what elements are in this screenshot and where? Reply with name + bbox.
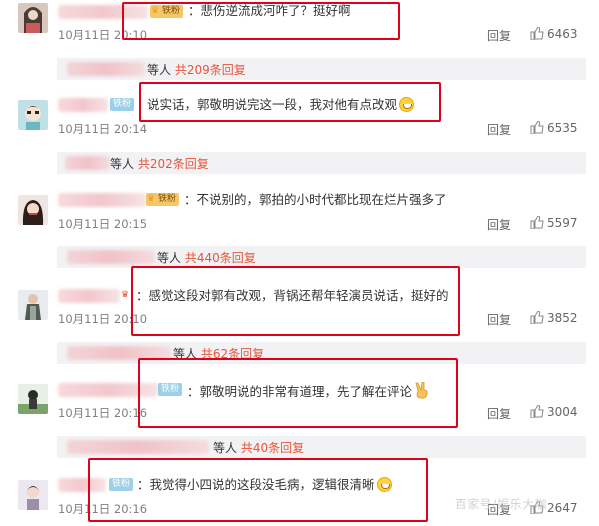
highlight-box [122, 2, 400, 40]
like-button[interactable]: 6463 [530, 27, 578, 41]
thumbs-up-icon [530, 216, 544, 229]
reply-button[interactable]: 回复 [487, 311, 511, 328]
comment-text: ：不说别的，郭拍的小时代都比现在烂片强多了 [184, 192, 447, 207]
user-avatar[interactable] [18, 195, 48, 225]
sub-reply-bar[interactable]: 等人 共440条回复 [57, 246, 586, 268]
sub-reply-bar[interactable]: 等人 共40条回复 [57, 436, 586, 458]
comment-item: ♛ 铁粉 ：不说别的，郭拍的小时代都比现在烂片强多了 10月11日 20:15 回… [0, 190, 599, 240]
reply-button[interactable]: 回复 [487, 216, 511, 233]
thumbs-up-icon [530, 405, 544, 418]
username-blurred[interactable] [58, 289, 120, 303]
like-button[interactable]: 3852 [530, 311, 578, 325]
fan-badge: 铁粉 [110, 98, 135, 111]
like-count: 3852 [547, 311, 578, 325]
highlight-box [131, 266, 460, 336]
highlight-box [88, 458, 428, 522]
comment-time: 10月11日 20:15 [58, 217, 148, 231]
crown-icon: ♛ [147, 194, 156, 204]
reply-button[interactable]: 回复 [487, 405, 511, 422]
sub-reply-users-blurred [67, 62, 145, 76]
username-blurred[interactable] [58, 98, 108, 112]
sub-reply-users-blurred [65, 156, 110, 170]
like-count: 2647 [547, 501, 578, 515]
sub-reply-users-blurred [67, 250, 155, 264]
sub-reply-summary[interactable]: 等人 共40条回复 [213, 439, 304, 456]
sub-reply-summary[interactable]: 等人 共202条回复 [110, 155, 209, 172]
thumbs-up-icon [530, 311, 544, 324]
comment-time: 10月11日 20:16 [58, 406, 148, 420]
reply-button[interactable]: 回复 [487, 121, 511, 138]
like-count: 6535 [547, 121, 578, 135]
fan-badge: ♛ 铁粉 [146, 193, 180, 206]
watermark: 百家号/娱乐大咖 [455, 497, 548, 511]
thumbs-up-icon [530, 121, 544, 134]
reply-button[interactable]: 回复 [487, 27, 511, 44]
crown-icon: ♛ [121, 290, 130, 300]
comment-time: 10月11日 20:14 [58, 122, 148, 136]
highlight-box [138, 358, 458, 428]
sub-reply-bar[interactable]: 等人 共202条回复 [57, 152, 586, 174]
highlight-box [139, 82, 441, 122]
like-count: 6463 [547, 27, 578, 41]
user-avatar[interactable] [18, 100, 48, 130]
like-button[interactable]: 3004 [530, 405, 578, 419]
sub-reply-bar[interactable]: 等人 共209条回复 [57, 58, 586, 80]
username-blurred[interactable] [58, 193, 146, 207]
like-button[interactable]: 5597 [530, 216, 578, 230]
like-count: 3004 [547, 405, 578, 419]
user-avatar[interactable] [18, 290, 48, 320]
thumbs-up-icon [530, 27, 544, 40]
user-avatar[interactable] [18, 384, 48, 414]
sub-reply-summary[interactable]: 等人 共440条回复 [157, 249, 256, 266]
user-avatar[interactable] [18, 3, 48, 33]
sub-reply-users-blurred [67, 440, 209, 454]
sub-reply-summary[interactable]: 等人 共209条回复 [147, 61, 246, 78]
user-avatar[interactable] [18, 480, 48, 510]
like-button[interactable]: 6535 [530, 121, 578, 135]
like-count: 5597 [547, 216, 578, 230]
fan-badge: ♛ [120, 289, 130, 302]
